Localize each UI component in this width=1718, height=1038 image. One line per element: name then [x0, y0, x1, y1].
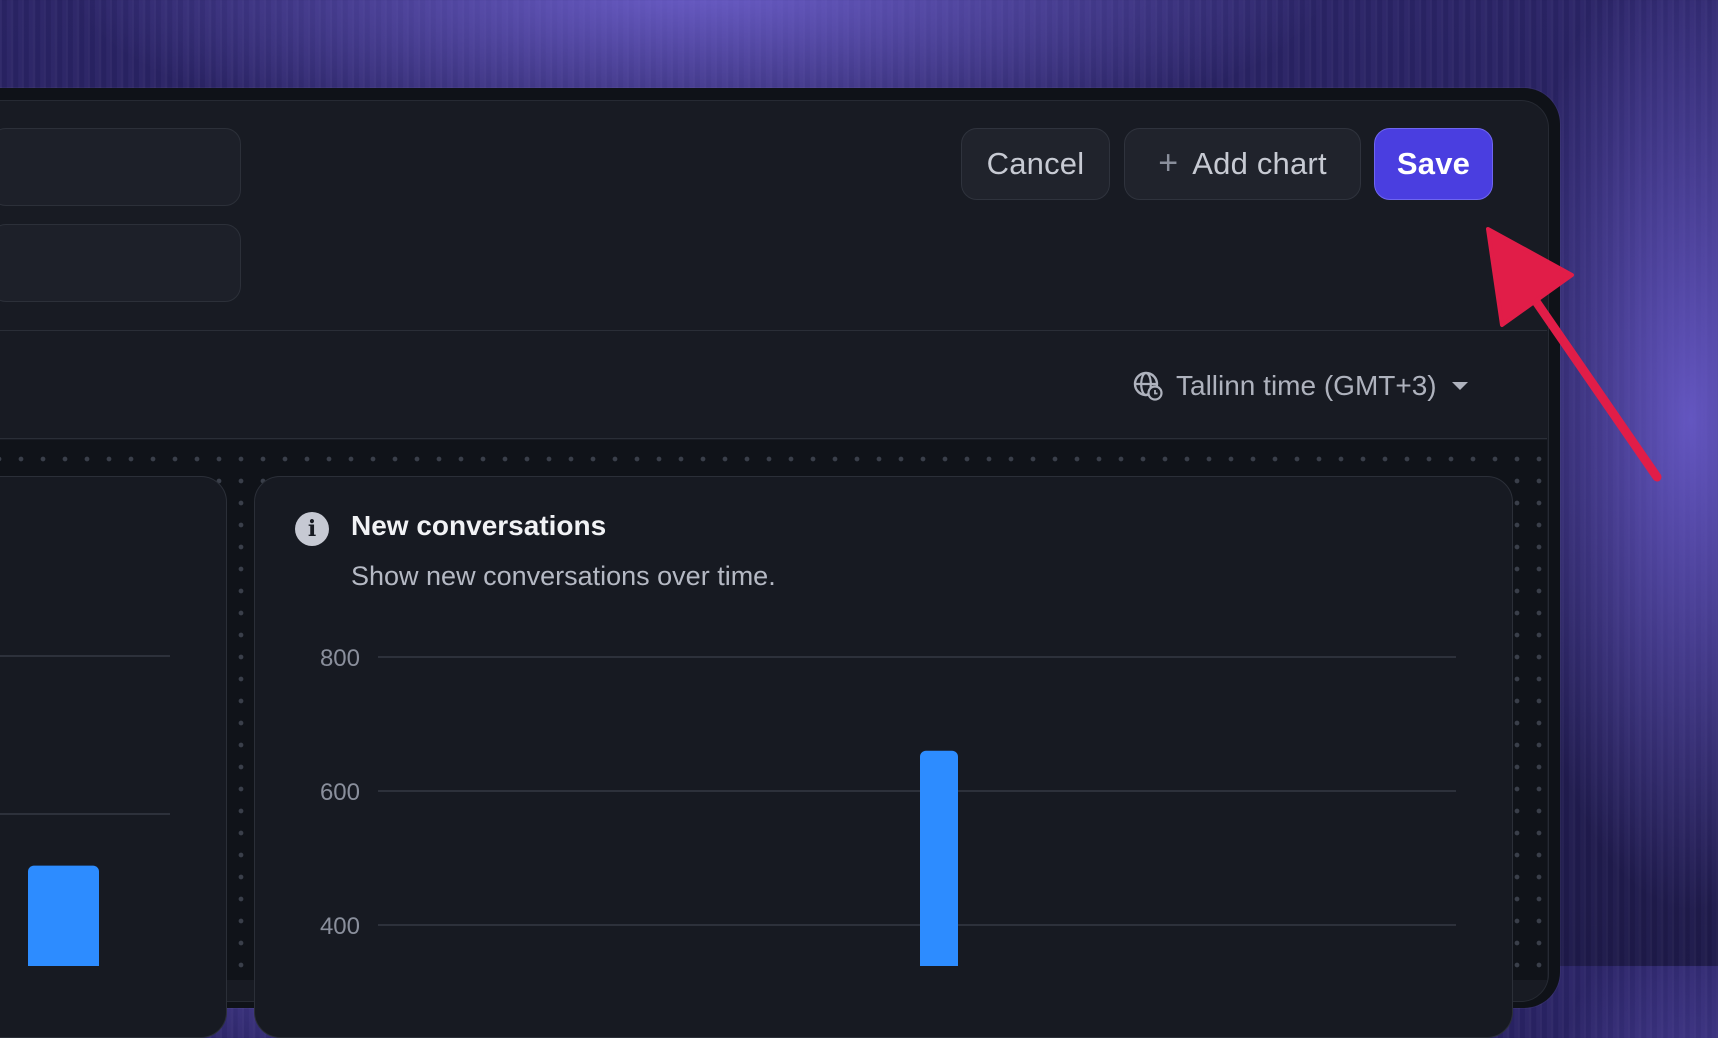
bar: [920, 750, 958, 966]
y-tick-label: 800: [320, 645, 360, 672]
y-tick-label: 400: [320, 913, 360, 940]
charts-layer: 800 600 400: [0, 645, 1456, 966]
bar: [28, 865, 99, 966]
y-tick-label: 600: [320, 779, 360, 806]
